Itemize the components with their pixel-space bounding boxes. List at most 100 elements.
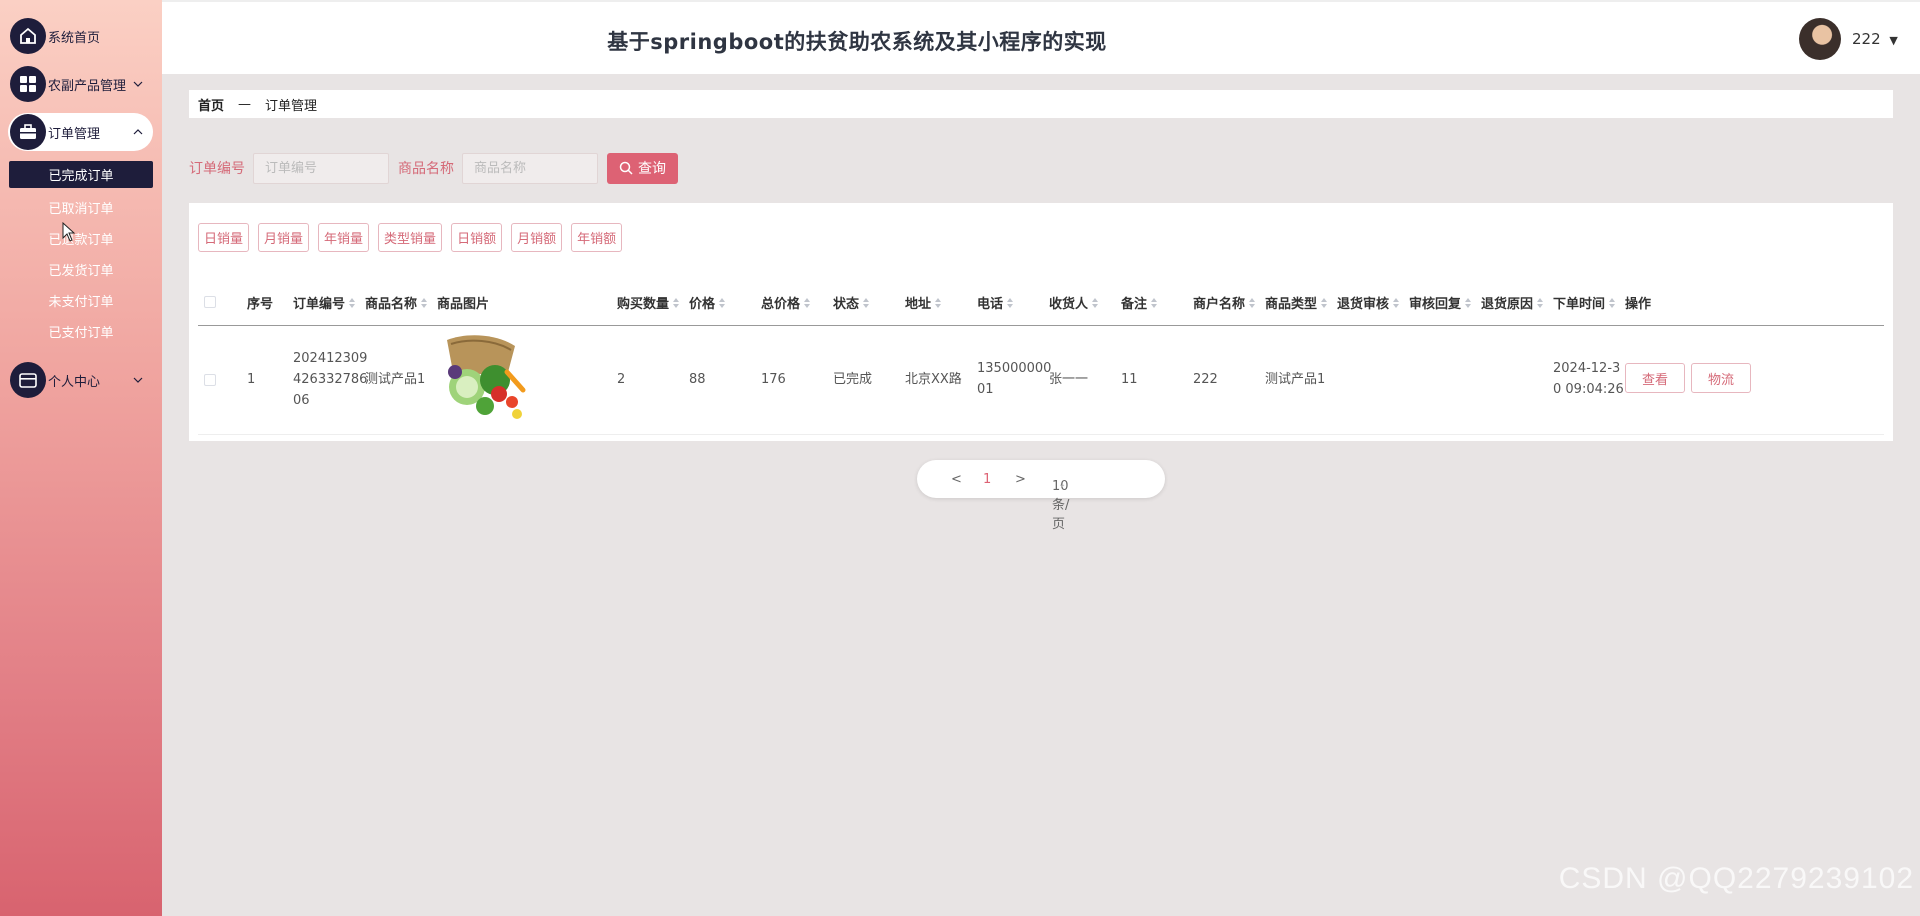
page-title: 基于springboot的扶贫助农系统及其小程序的实现 — [607, 30, 1107, 54]
briefcase-icon — [10, 114, 46, 150]
submenu-shipped-orders[interactable]: 已发货订单 — [9, 254, 153, 285]
top-header: 基于springboot的扶贫助农系统及其小程序的实现 222 ▼ — [162, 0, 1920, 74]
sidebar-item-home[interactable]: 系统首页 — [0, 17, 162, 55]
col-total[interactable]: 总价格 — [761, 293, 811, 312]
next-page-button[interactable]: > — [1015, 472, 1026, 487]
caret-down-icon: ▼ — [1889, 34, 1898, 47]
username: 222 — [1852, 30, 1881, 48]
sort-icon — [804, 297, 811, 308]
cell-product-type: 测试产品1 — [1265, 372, 1326, 387]
sort-icon — [673, 297, 680, 308]
table-row: 1 202412309 426332786 06 测试产品1 2 88 176 … — [198, 327, 1884, 435]
chevron-down-icon: ⌄ — [1058, 479, 1067, 490]
cell-status: 已完成 — [833, 372, 873, 387]
col-index: 序号 — [247, 297, 274, 312]
breadcrumb-home[interactable]: 首页 — [198, 95, 224, 114]
user-menu[interactable]: 222 ▼ — [1852, 30, 1898, 48]
submenu-cancelled-orders[interactable]: 已取消订单 — [9, 192, 153, 223]
mouse-cursor-icon — [62, 222, 76, 242]
orders-card: 日销量 月销量 年销量 类型销量 日销额 月销额 年销额 序号 订单编号 商品名… — [189, 203, 1893, 441]
row-checkbox[interactable] — [204, 374, 216, 386]
logistics-button[interactable]: 物流 — [1691, 363, 1751, 393]
grid-icon — [10, 66, 46, 102]
submenu-paid-orders[interactable]: 已支付订单 — [9, 316, 153, 347]
avatar[interactable] — [1799, 18, 1841, 60]
col-phone[interactable]: 电话 — [977, 293, 1014, 312]
sidebar-item-profile[interactable]: 个人中心 — [0, 361, 162, 399]
cell-index: 1 — [247, 372, 256, 387]
sort-icon — [349, 297, 356, 308]
col-order-time[interactable]: 下单时间 — [1553, 293, 1616, 312]
submenu-unpaid-orders[interactable]: 未支付订单 — [9, 285, 153, 316]
submenu-refunded-orders[interactable]: 已退款订单 — [9, 223, 153, 254]
cell-quantity: 2 — [617, 372, 626, 387]
col-address[interactable]: 地址 — [905, 293, 942, 312]
col-actions: 操作 — [1625, 297, 1652, 312]
submenu-completed-orders[interactable]: 已完成订单 — [9, 161, 153, 188]
query-button[interactable]: 查询 — [607, 152, 678, 184]
daily-sales-amount-button[interactable]: 日销额 — [451, 223, 503, 252]
sort-icon — [1151, 297, 1158, 308]
yearly-sales-qty-button[interactable]: 年销量 — [318, 223, 370, 252]
cell-product-name: 测试产品1 — [365, 372, 426, 387]
type-sales-qty-button[interactable]: 类型销量 — [378, 223, 443, 252]
yearly-sales-amount-button[interactable]: 年销额 — [571, 223, 623, 252]
select-all-checkbox[interactable] — [204, 296, 216, 308]
col-remark[interactable]: 备注 — [1121, 293, 1158, 312]
order-no-label: 订单编号 — [189, 161, 245, 177]
order-no-input[interactable] — [253, 152, 389, 184]
product-name-label: 商品名称 — [398, 161, 454, 177]
monthly-sales-qty-button[interactable]: 月销量 — [258, 223, 310, 252]
sort-icon — [1092, 297, 1099, 308]
breadcrumb-separator: — — [238, 96, 252, 112]
sidebar: 系统首页 农副产品管理 订单管理 已完成订单 已取消订单 已退款订单 已发货订单… — [0, 0, 162, 916]
sidebar-item-label: 订单管理 — [48, 126, 101, 142]
cell-phone: 135000000 01 — [977, 361, 1052, 397]
sort-icon — [935, 297, 942, 308]
cell-total: 176 — [761, 372, 786, 387]
sidebar-item-label: 农副产品管理 — [48, 78, 127, 94]
view-button[interactable]: 查看 — [1625, 363, 1685, 393]
sidebar-item-orders[interactable]: 订单管理 — [0, 113, 162, 151]
cell-receiver: 张一一 — [1049, 372, 1089, 387]
col-order-no[interactable]: 订单编号 — [293, 293, 356, 312]
sort-icon — [1321, 297, 1328, 308]
chevron-down-icon — [133, 81, 143, 87]
col-return-audit[interactable]: 退货审核 — [1337, 293, 1400, 312]
sort-icon — [1249, 297, 1256, 308]
col-status[interactable]: 状态 — [833, 293, 870, 312]
table-header: 序号 订单编号 商品名称 商品图片 购买数量 价格 总价格 状态 地址 电话 收… — [198, 278, 1884, 326]
order-submenu: 已完成订单 已取消订单 已退款订单 已发货订单 未支付订单 已支付订单 — [0, 161, 162, 347]
sort-icon — [421, 297, 428, 308]
col-return-reason[interactable]: 退货原因 — [1481, 293, 1544, 312]
prev-page-button[interactable]: < — [951, 472, 962, 487]
daily-sales-qty-button[interactable]: 日销量 — [198, 223, 250, 252]
pagination: < 1 > 10条/页 ⌄ — [917, 460, 1165, 532]
col-quantity[interactable]: 购买数量 — [617, 293, 680, 312]
col-product-name[interactable]: 商品名称 — [365, 293, 428, 312]
product-name-input[interactable] — [462, 152, 598, 184]
sort-icon — [863, 297, 870, 308]
cell-order-no: 202412309 426332786 06 — [293, 351, 368, 408]
cell-price: 88 — [689, 372, 706, 387]
monthly-sales-amount-button[interactable]: 月销额 — [511, 223, 563, 252]
sort-icon — [1609, 297, 1616, 308]
breadcrumb: 首页 — 订单管理 — [189, 90, 1893, 118]
cell-merchant: 222 — [1193, 372, 1218, 387]
watermark: CSDN @QQ2279239102 — [1558, 862, 1914, 895]
sort-icon — [1007, 297, 1014, 308]
cell-remark: 11 — [1121, 372, 1138, 387]
col-audit-reply[interactable]: 审核回复 — [1409, 293, 1472, 312]
chevron-down-icon — [133, 377, 143, 383]
col-merchant[interactable]: 商户名称 — [1193, 293, 1256, 312]
chevron-up-icon — [133, 129, 143, 135]
col-product-type[interactable]: 商品类型 — [1265, 293, 1328, 312]
product-image — [437, 332, 527, 422]
sort-icon — [1465, 297, 1472, 308]
col-receiver[interactable]: 收货人 — [1049, 293, 1099, 312]
sidebar-item-products[interactable]: 农副产品管理 — [0, 65, 162, 103]
sort-icon — [719, 297, 726, 308]
page-1-button[interactable]: 1 — [983, 472, 991, 487]
search-icon — [619, 161, 633, 175]
col-price[interactable]: 价格 — [689, 293, 726, 312]
